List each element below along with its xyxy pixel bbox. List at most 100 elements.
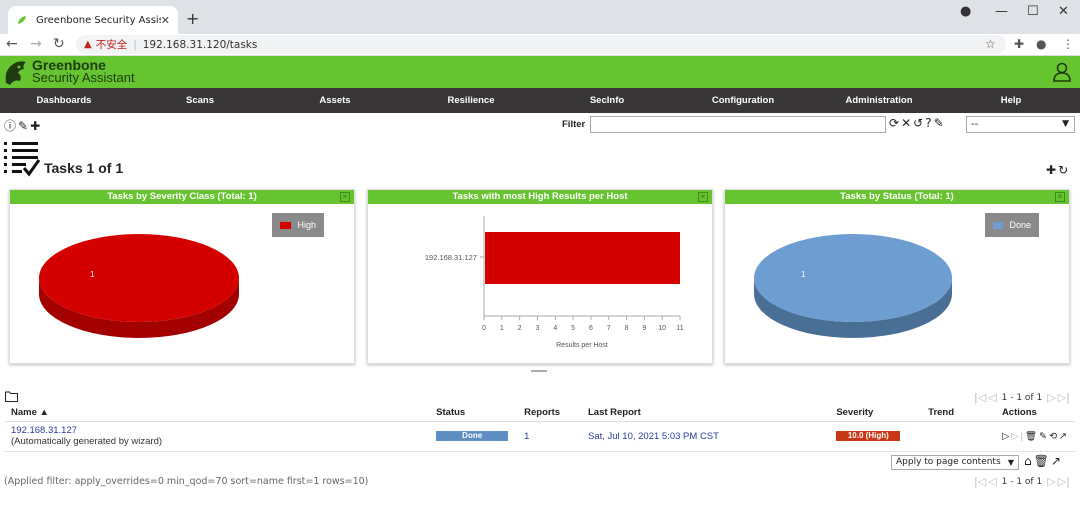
start-task-icon[interactable]: ▷ (1002, 431, 1011, 442)
column-header-severity[interactable]: Severity (830, 405, 923, 422)
warning-icon: ▲ (84, 39, 92, 50)
prev-page-icon[interactable]: ◁ (988, 391, 996, 404)
menu-administration[interactable]: Administration (816, 88, 942, 113)
pie-slice-done[interactable] (754, 234, 952, 322)
last-report-link[interactable]: Sat, Jul 10, 2021 5:03 PM CST (588, 431, 719, 442)
high-results-bar-chart: 192.168.31.127 Results per Host 0 1 2 3 4 5 6 7… (425, 216, 684, 349)
chevron-down-icon: ▼ (1007, 458, 1014, 467)
legend-label: Done (1009, 220, 1031, 230)
next-page-icon[interactable]: ▷ (1047, 475, 1055, 488)
first-page-icon[interactable]: |◁ (974, 475, 986, 488)
reload-icon[interactable]: ↻ (53, 36, 65, 52)
tag-icon[interactable]: ⌂ (1024, 454, 1034, 468)
task-status-cell: Done (430, 421, 519, 452)
window-close-icon[interactable]: ✕ (1058, 4, 1069, 19)
x-tick-label: 3 (536, 325, 540, 332)
new-task-icon[interactable]: ✚ (30, 119, 42, 133)
greenbone-favicon-icon (18, 16, 26, 24)
bookmark-star-icon[interactable]: ☆ (985, 37, 996, 51)
panel-title: Tasks by Severity Class (Total: 1) (107, 191, 257, 202)
resume-task-icon[interactable]: ▷| (1011, 431, 1025, 442)
tasks-list-icon (4, 142, 41, 177)
edit-filter-icon[interactable]: ✎ (934, 116, 946, 130)
severity-bar: 10.0 (High) (836, 431, 901, 441)
task-wizard-icon[interactable]: ✎ (18, 119, 30, 133)
tab-close-icon[interactable]: ✕ (161, 14, 170, 27)
menu-scans[interactable]: Scans (128, 88, 272, 113)
menu-assets[interactable]: Assets (272, 88, 398, 113)
folder-icon (5, 391, 18, 402)
prev-page-icon[interactable]: ◁ (988, 475, 996, 488)
greenbone-logo-icon[interactable] (2, 57, 30, 87)
reports-count-link[interactable]: 1 (524, 431, 529, 442)
legend-label: High (297, 220, 316, 230)
x-tick-label: 4 (553, 325, 557, 332)
account-icon[interactable]: ● (1036, 37, 1046, 51)
bulk-delete-icon[interactable]: 🗑 (1034, 454, 1051, 468)
delete-task-icon[interactable]: 🗑 (1025, 431, 1039, 442)
legend-item-high[interactable]: High (272, 213, 324, 237)
x-tick-label: 6 (589, 325, 593, 332)
maximize-icon[interactable]: ☐ (1027, 4, 1039, 19)
pie-slice-label: 1 (90, 270, 95, 279)
bulk-action-select[interactable]: Apply to page contents ▼ (891, 455, 1019, 470)
bulk-export-icon[interactable]: ↗ (1051, 454, 1063, 468)
minimize-icon[interactable]: — (995, 4, 1008, 19)
x-tick-label: 10 (658, 325, 666, 332)
column-header-reports[interactable]: Reports (518, 405, 582, 422)
edit-task-icon[interactable]: ✎ (1039, 431, 1049, 442)
user-menu-icon[interactable] (1052, 62, 1072, 82)
clear-filter-icon[interactable]: ✕ (901, 116, 913, 130)
url-text: 192.168.31.120/tasks (142, 38, 258, 51)
browser-menu-icon[interactable]: ⋮ (1062, 37, 1074, 51)
bar-host-0[interactable] (485, 232, 680, 284)
last-page-icon[interactable]: ▷| (1058, 391, 1070, 404)
filter-input[interactable] (590, 116, 886, 133)
status-bar[interactable]: Done (436, 431, 509, 441)
filter-help-icon[interactable]: ? (925, 116, 933, 130)
insecure-label: 不安全 (95, 39, 128, 51)
chevron-down-icon: ▼ (1062, 119, 1069, 129)
add-dashboard-display-icon[interactable]: ✚ (1046, 163, 1058, 177)
filter-select-value: -- (971, 119, 979, 130)
help-icon[interactable]: ⓘ (4, 119, 18, 133)
clone-task-icon[interactable]: ⟲ (1049, 431, 1059, 442)
x-tick-label: 0 (482, 325, 486, 332)
column-header-trend[interactable]: Trend (922, 405, 996, 422)
column-header-status[interactable]: Status (430, 405, 519, 422)
column-header-last-report[interactable]: Last Report (581, 405, 831, 422)
column-header-name[interactable]: Name ▲ (5, 405, 431, 422)
panel-close-icon[interactable]: × (340, 192, 350, 202)
export-task-icon[interactable]: ↗ (1059, 431, 1069, 442)
legend-item-done[interactable]: Done (985, 213, 1039, 237)
reset-filter-icon[interactable]: ↺ (913, 116, 925, 130)
panel-header: Tasks by Severity Class (Total: 1) × (10, 190, 354, 204)
extensions-icon[interactable]: ✚ (1014, 37, 1024, 51)
x-tick-label: 2 (518, 325, 522, 332)
refresh-filter-icon[interactable]: ⟳ (889, 116, 901, 130)
menu-secinfo[interactable]: SecInfo (544, 88, 670, 113)
menu-configuration[interactable]: Configuration (670, 88, 816, 113)
menu-dashboards[interactable]: Dashboards (0, 88, 128, 113)
address-separator: | (133, 38, 137, 51)
next-page-icon[interactable]: ▷ (1047, 391, 1055, 404)
menu-resilience[interactable]: Resilience (398, 88, 544, 113)
browser-tab[interactable]: Greenbone Security Assistant ✕ (8, 6, 178, 34)
profile-dropdown-icon[interactable]: ● (960, 4, 971, 19)
pie-slice-high[interactable] (39, 234, 239, 322)
page-title: Tasks 1 of 1 (44, 160, 124, 176)
forward-icon[interactable]: → (30, 36, 42, 52)
app-header: Greenbone Security Assistant (0, 56, 1080, 88)
task-name-link[interactable]: 192.168.31.127 (11, 425, 424, 436)
panel-close-icon[interactable]: × (698, 192, 708, 202)
back-icon[interactable]: ← (6, 36, 18, 52)
last-page-icon[interactable]: ▷| (1058, 475, 1070, 488)
reset-dashboard-icon[interactable]: ↻ (1058, 163, 1070, 177)
dashboard-resize-handle[interactable] (531, 370, 547, 372)
filter-select[interactable]: -- ▼ (966, 116, 1075, 133)
first-page-icon[interactable]: |◁ (974, 391, 986, 404)
menu-help[interactable]: Help (942, 88, 1080, 113)
panel-close-icon[interactable]: × (1055, 192, 1065, 202)
new-tab-button[interactable]: + (186, 9, 199, 28)
address-bar[interactable]: ▲ 不安全 | 192.168.31.120/tasks (76, 35, 1006, 54)
